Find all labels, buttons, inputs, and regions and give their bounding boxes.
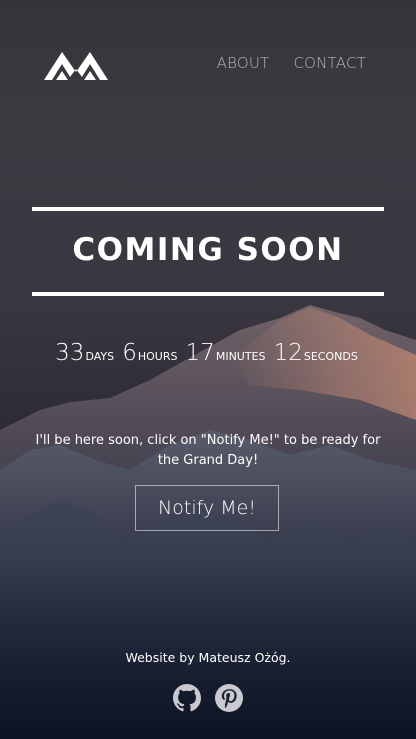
github-icon[interactable] <box>173 684 201 712</box>
pinterest-icon[interactable] <box>215 684 243 712</box>
countdown-days: 33 <box>55 340 85 366</box>
title-top-divider <box>32 207 384 211</box>
notify-me-button[interactable]: Notify Me! <box>135 485 279 531</box>
social-links <box>0 684 416 712</box>
coming-soon-page: ABOUT CONTACT COMING SOON 33DAYS 6HOURS … <box>0 0 416 739</box>
countdown-seconds: 12 <box>273 340 303 366</box>
countdown-hours: 6 <box>122 340 137 366</box>
top-nav: ABOUT CONTACT <box>217 54 366 72</box>
mountain-background <box>0 305 416 739</box>
footer-credit: Website by Mateusz Ożóg. <box>125 650 291 665</box>
logo-icon[interactable] <box>42 44 110 82</box>
countdown-minutes: 17 <box>185 340 215 366</box>
countdown-timer: 33DAYS 6HOURS 17MINUTES 12SECONDS <box>0 340 416 366</box>
page-title: COMING SOON <box>72 232 344 268</box>
nav-contact-link[interactable]: CONTACT <box>293 54 366 72</box>
notify-message: I'll be here soon, click on "Notify Me!"… <box>35 433 381 468</box>
countdown-minutes-label: MINUTES <box>215 350 266 363</box>
countdown-hours-label: HOURS <box>137 350 178 363</box>
countdown-seconds-label: SECONDS <box>303 350 358 363</box>
title-bottom-divider <box>32 292 384 296</box>
nav-about-link[interactable]: ABOUT <box>217 54 270 72</box>
countdown-days-label: DAYS <box>85 350 115 363</box>
